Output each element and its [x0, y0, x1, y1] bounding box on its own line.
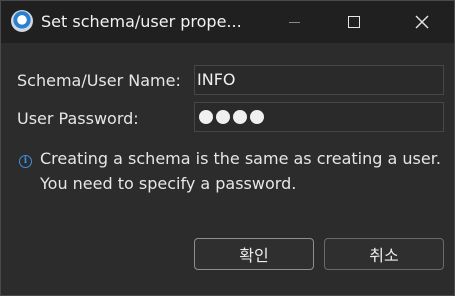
schema-name-label: Schema/User Name: — [17, 71, 181, 90]
dialog-window: Set schema/user prope... Schema/User Nam… — [0, 0, 455, 296]
password-dot — [199, 110, 213, 124]
info-line-1: Creating a schema is the same as creatin… — [40, 149, 441, 168]
password-input[interactable] — [194, 102, 444, 132]
close-icon — [415, 15, 429, 29]
cancel-button[interactable]: 취소 — [324, 238, 444, 270]
minimize-icon — [288, 21, 300, 23]
schema-name-input[interactable]: INFO — [194, 65, 444, 95]
ok-button[interactable]: 확인 — [194, 238, 314, 270]
info-message: Creating a schema is the same as creatin… — [40, 146, 450, 196]
minimize-button[interactable] — [271, 1, 317, 43]
password-dot — [233, 110, 247, 124]
password-mask — [199, 110, 443, 124]
password-label: User Password: — [17, 109, 139, 128]
title-bar[interactable]: Set schema/user prope... — [1, 1, 454, 43]
maximize-icon — [348, 16, 360, 28]
password-dot — [250, 110, 264, 124]
close-button[interactable] — [399, 1, 445, 43]
info-icon: i — [19, 155, 32, 168]
maximize-button[interactable] — [331, 1, 377, 43]
password-dot — [216, 110, 230, 124]
window-title: Set schema/user prope... — [41, 12, 242, 31]
info-line-2: You need to specify a password. — [40, 174, 297, 193]
app-logo-icon — [11, 10, 33, 32]
